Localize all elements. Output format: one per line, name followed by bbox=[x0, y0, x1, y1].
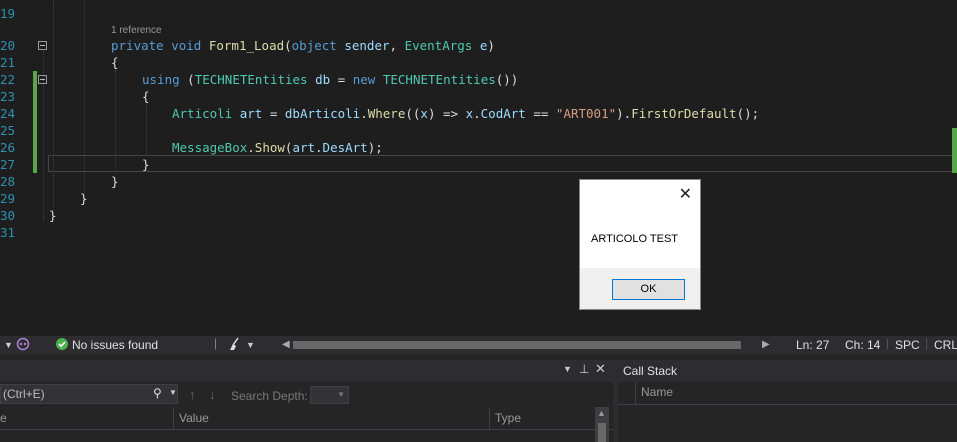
column-separator[interactable] bbox=[489, 407, 490, 429]
divider: | bbox=[886, 336, 890, 350]
panel-title[interactable]: Call Stack bbox=[623, 364, 677, 378]
column-header-name[interactable]: Name bbox=[641, 385, 673, 399]
code-line-23: { bbox=[142, 89, 150, 104]
code-line-27: } bbox=[142, 157, 150, 172]
close-icon[interactable]: ✕ bbox=[595, 361, 606, 377]
close-icon[interactable]: ✕ bbox=[679, 184, 692, 204]
search-icon[interactable]: ⚲ bbox=[153, 386, 162, 400]
check-circle-icon bbox=[56, 338, 68, 353]
scroll-up-icon[interactable]: ▲ bbox=[597, 408, 606, 418]
dropdown-arrow-icon[interactable]: ▼ bbox=[169, 388, 177, 397]
broom-icon[interactable] bbox=[228, 337, 244, 354]
line-indicator[interactable]: Ln: 27 bbox=[796, 338, 829, 352]
code-line-26: MessageBox.Show(art.DesArt); bbox=[172, 140, 383, 155]
change-indicator-bar bbox=[33, 71, 37, 173]
code-line-20: private void Form1_Load(object sender, E… bbox=[111, 38, 495, 53]
issues-status[interactable]: No issues found bbox=[72, 338, 158, 352]
column-separator[interactable] bbox=[173, 407, 174, 429]
scroll-left-icon[interactable]: ◀ bbox=[282, 339, 290, 350]
code-line-30: } bbox=[49, 208, 57, 223]
code-editor[interactable]: 19 20 21 22 23 24 25 26 27 28 29 30 31 1… bbox=[0, 0, 957, 336]
line-number: 19 bbox=[0, 6, 16, 21]
line-number: 22 bbox=[0, 72, 16, 87]
divider: | bbox=[214, 336, 218, 350]
code-line-28: } bbox=[111, 174, 119, 189]
current-line-highlight bbox=[48, 155, 953, 172]
code-line-21: { bbox=[111, 55, 119, 70]
whitespace-indicator[interactable]: SPC bbox=[895, 338, 920, 352]
line-ending-indicator[interactable]: CRLF bbox=[934, 338, 957, 352]
message-box-dialog: ✕ ARTICOLO TEST OK bbox=[579, 179, 701, 310]
divider: | bbox=[925, 336, 929, 350]
codelens-reference-count[interactable]: 1 reference bbox=[111, 25, 162, 36]
indent-guide bbox=[146, 104, 147, 156]
search-depth-select[interactable]: ▼ bbox=[310, 386, 349, 404]
scrollbar-change-marker bbox=[952, 128, 957, 173]
arrow-down-icon[interactable]: ↓ bbox=[209, 387, 216, 402]
line-number: 30 bbox=[0, 208, 16, 223]
dropdown-arrow-icon[interactable]: ▼ bbox=[4, 340, 13, 350]
arrow-up-icon[interactable]: ↑ bbox=[189, 387, 196, 402]
search-placeholder: (Ctrl+E) bbox=[3, 387, 45, 401]
line-number: 29 bbox=[0, 191, 16, 206]
line-number: 20 bbox=[0, 38, 16, 53]
line-number: 27 bbox=[0, 157, 16, 172]
scrollbar-thumb[interactable] bbox=[598, 423, 606, 442]
line-number: 28 bbox=[0, 174, 16, 189]
editor-status-bar: ▼ No issues found | ▼ ◀ ▶ Ln: 27 Ch: 14 … bbox=[0, 336, 957, 354]
column-indicator[interactable]: Ch: 14 bbox=[845, 338, 880, 352]
call-stack-panel: Call Stack Name bbox=[618, 360, 957, 442]
message-text: ARTICOLO TEST bbox=[591, 233, 679, 245]
column-header-row bbox=[0, 407, 613, 430]
line-number: 24 bbox=[0, 106, 16, 121]
fold-guide bbox=[43, 51, 44, 221]
indent-guide bbox=[53, 0, 54, 210]
search-input[interactable]: (Ctrl+E) ⚲ ▼ bbox=[0, 384, 178, 404]
pin-icon[interactable]: ⊥ bbox=[579, 362, 589, 376]
line-number: 31 bbox=[0, 225, 16, 240]
column-header-type[interactable]: Type bbox=[495, 411, 521, 425]
dropdown-arrow-icon[interactable]: ▼ bbox=[563, 364, 572, 374]
line-number: 21 bbox=[0, 55, 16, 70]
line-number: 25 bbox=[0, 123, 16, 138]
line-number: 23 bbox=[0, 89, 16, 104]
column-header-name[interactable]: e bbox=[0, 411, 7, 425]
code-line-24: Articoli art = dbArticoli.Where((x) => x… bbox=[172, 106, 760, 121]
line-number: 26 bbox=[0, 140, 16, 155]
code-line-22: using (TECHNETEntities db = new TECHNETE… bbox=[142, 72, 519, 87]
scroll-right-icon[interactable]: ▶ bbox=[762, 339, 770, 350]
column-separator bbox=[619, 382, 636, 404]
locals-panel: ▼ ⊥ ✕ (Ctrl+E) ⚲ ▼ ↑ ↓ Search Depth: ▼ e… bbox=[0, 360, 613, 442]
ok-button[interactable]: OK bbox=[612, 279, 685, 300]
code-line-29: } bbox=[80, 191, 88, 206]
dropdown-arrow-icon[interactable]: ▼ bbox=[246, 340, 255, 350]
collapse-icon[interactable] bbox=[38, 41, 47, 50]
search-depth-label: Search Depth: bbox=[231, 389, 308, 403]
vertical-scrollbar[interactable]: ▲ bbox=[595, 407, 609, 442]
horizontal-scrollbar[interactable] bbox=[293, 341, 741, 349]
panel-header bbox=[0, 360, 613, 382]
dropdown-arrow-icon: ▼ bbox=[337, 390, 345, 399]
column-header-value[interactable]: Value bbox=[179, 411, 209, 425]
copilot-icon[interactable] bbox=[16, 337, 30, 354]
